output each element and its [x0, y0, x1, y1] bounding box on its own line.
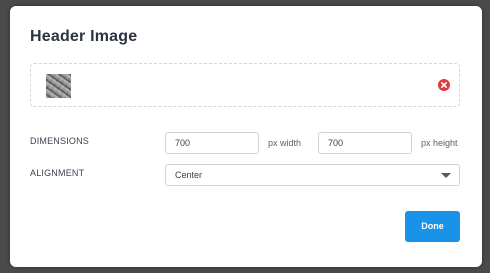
alignment-label: ALIGNMENT	[30, 168, 85, 178]
width-input[interactable]: 700	[165, 132, 259, 154]
alignment-selected-value: Center	[175, 170, 203, 180]
done-button[interactable]: Done	[405, 211, 460, 242]
dialog-title: Header Image	[30, 28, 138, 45]
dimensions-label: DIMENSIONS	[30, 136, 90, 146]
chevron-down-icon	[441, 173, 451, 178]
width-unit-label: px width	[268, 138, 302, 148]
image-dropzone[interactable]	[30, 63, 460, 107]
alignment-select[interactable]: Center	[165, 164, 460, 186]
height-input[interactable]: 700	[318, 132, 412, 154]
remove-icon[interactable]	[438, 79, 450, 91]
height-unit-label: px height	[421, 138, 458, 148]
header-image-dialog: Header Image DIMENSIONS 700 px width 700…	[10, 6, 482, 267]
image-thumbnail[interactable]	[46, 74, 71, 98]
